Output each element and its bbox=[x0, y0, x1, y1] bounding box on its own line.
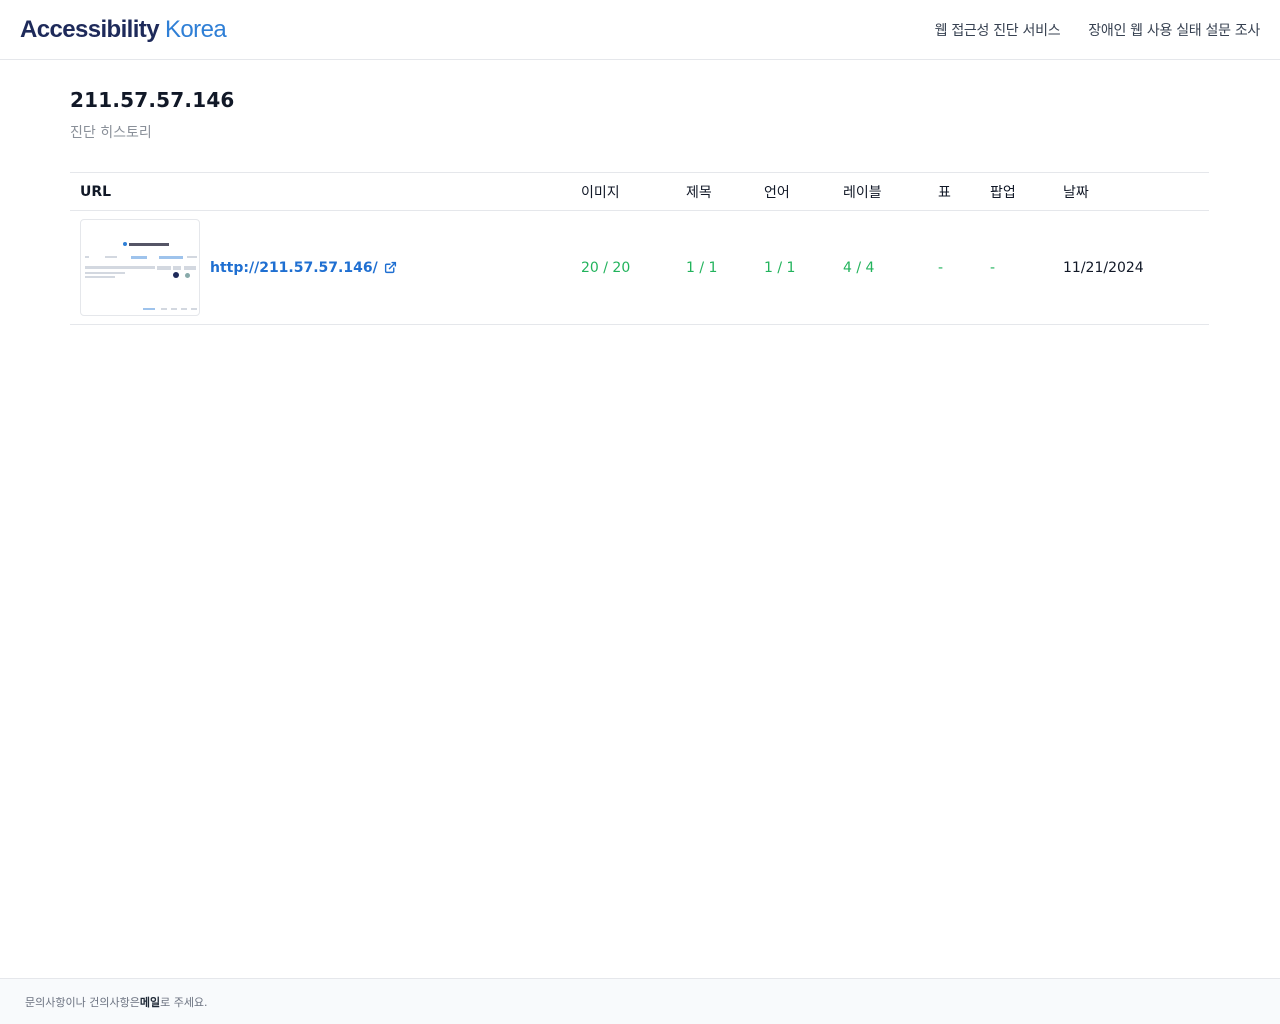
label-score: 4 / 4 bbox=[843, 259, 875, 276]
table-score: - bbox=[938, 259, 944, 276]
history-table: URL 이미지 제목 언어 레이블 표 팝업 날짜 http://211.57.… bbox=[70, 172, 1209, 325]
col-language: 언어 bbox=[764, 184, 790, 201]
col-images: 이미지 bbox=[581, 184, 620, 201]
logo-light: Korea bbox=[158, 15, 227, 43]
footer-text-post: 로 주세요. bbox=[160, 995, 208, 1009]
site-header: Accessibility Korea 웹 접근성 진단 서비스 장애인 웹 사… bbox=[0, 0, 1280, 60]
page-subtitle: 진단 히스토리 bbox=[70, 125, 152, 141]
footer-text-pre: 문의사항이나 건의사항은 bbox=[25, 995, 140, 1009]
col-table: 표 bbox=[938, 184, 951, 201]
nav-accessibility-service[interactable]: 웹 접근성 진단 서비스 bbox=[935, 20, 1061, 40]
popup-score: - bbox=[990, 259, 996, 276]
page-title: 211.57.57.146 bbox=[70, 88, 235, 112]
site-url-link[interactable]: http://211.57.57.146/ bbox=[210, 260, 397, 276]
images-score: 20 / 20 bbox=[581, 259, 631, 276]
nav-survey[interactable]: 장애인 웹 사용 실태 설문 조사 bbox=[1088, 20, 1260, 40]
logo-bold: Accessibility bbox=[20, 15, 160, 43]
title-score: 1 / 1 bbox=[686, 259, 718, 276]
url-cell: http://211.57.57.146/ bbox=[70, 211, 571, 325]
top-nav: 웹 접근성 진단 서비스 장애인 웹 사용 실태 설문 조사 bbox=[935, 20, 1261, 40]
col-label: 레이블 bbox=[843, 184, 882, 201]
table-row: http://211.57.57.146/ 20 / 20 1 / 1 1 / … bbox=[70, 211, 1209, 325]
site-footer: 문의사항이나 건의사항은 메일 로 주세요. bbox=[0, 978, 1280, 1024]
logo[interactable]: Accessibility Korea bbox=[20, 15, 227, 43]
language-score: 1 / 1 bbox=[764, 259, 796, 276]
col-title: 제목 bbox=[686, 184, 712, 201]
col-url: URL bbox=[80, 183, 112, 200]
main-content: 211.57.57.146 진단 히스토리 URL 이미지 제목 언어 레이블 … bbox=[70, 88, 1209, 325]
site-url-text: http://211.57.57.146/ bbox=[210, 259, 378, 276]
external-link-icon bbox=[384, 261, 396, 274]
footer-mail-link[interactable]: 메일 bbox=[140, 994, 160, 1010]
col-popup: 팝업 bbox=[990, 184, 1016, 201]
col-date: 날짜 bbox=[1063, 184, 1089, 201]
table-header-row: URL 이미지 제목 언어 레이블 표 팝업 날짜 bbox=[70, 172, 1209, 211]
diagnosis-date: 11/21/2024 bbox=[1063, 259, 1144, 276]
page-thumbnail[interactable] bbox=[80, 219, 200, 316]
